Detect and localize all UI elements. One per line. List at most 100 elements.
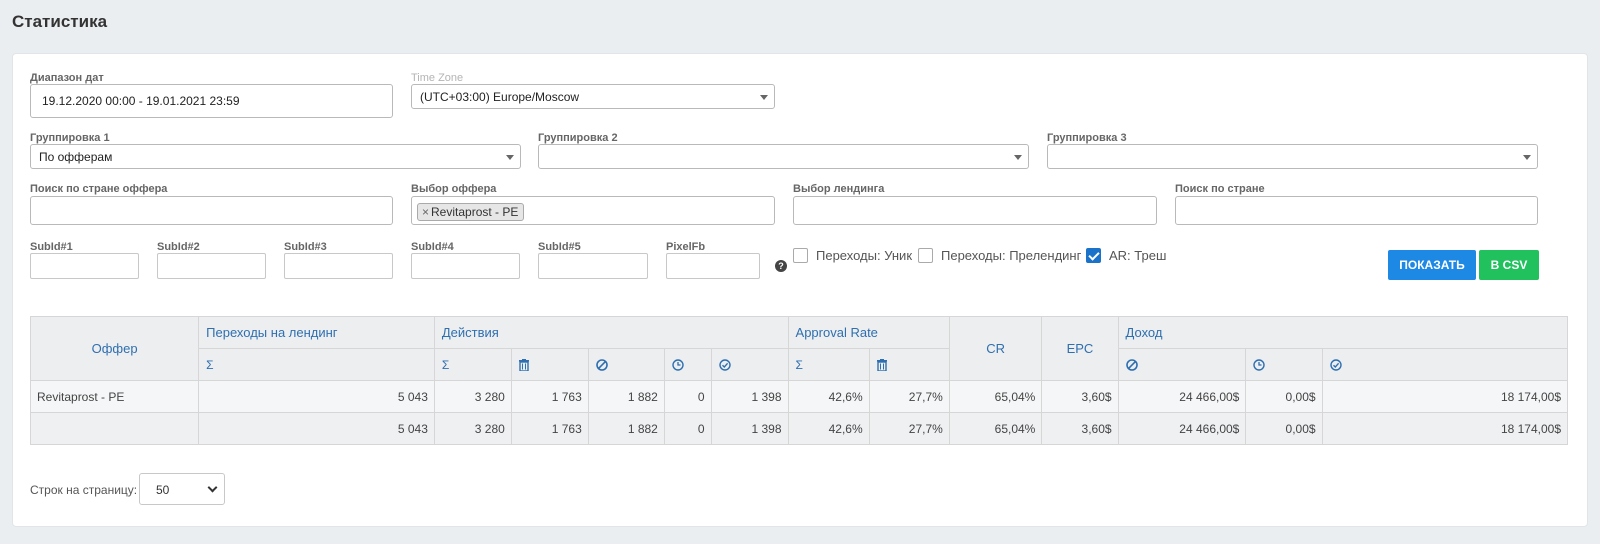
checkbox-prelanding-clicks[interactable]: Переходы: Прелендинг <box>918 248 1081 263</box>
col-offer[interactable]: Оффер <box>29 316 200 381</box>
checkbox-ar-trash-label: AR: Треш <box>1109 248 1167 263</box>
table-total-row: 5 043 3 280 1 763 1 882 0 1 398 42,6% 27… <box>29 412 1569 445</box>
date-range-input[interactable]: 19.12.2020 00:00 - 19.01.2021 23:59 <box>30 84 393 118</box>
country-search-label: Поиск по стране <box>1175 183 1265 195</box>
clock-icon <box>1253 358 1266 372</box>
landing-sum-header[interactable]: Σ <box>198 348 435 381</box>
table-cell: 5 043 <box>198 380 435 413</box>
table-cell: 1 882 <box>587 380 665 413</box>
checkbox-unique-clicks[interactable]: Переходы: Уник <box>793 248 912 263</box>
table-cell: 27,7% <box>868 412 950 445</box>
chevron-down-icon <box>760 94 768 100</box>
actions-sum-header[interactable]: Σ <box>433 348 512 381</box>
rows-per-page-select[interactable]: 50 <box>139 473 225 505</box>
income-rejected-header[interactable] <box>1117 348 1247 381</box>
offer-select[interactable]: × Revitaprost - PE <box>411 196 775 225</box>
chevron-down-icon <box>207 482 218 493</box>
timezone-label: Time Zone <box>411 72 464 84</box>
page-title: Статистика <box>12 12 108 31</box>
income-pending-header[interactable] <box>1245 348 1323 381</box>
table-cell: 3,60$ <box>1041 412 1119 445</box>
trash-icon <box>518 358 529 373</box>
table-cell: 1 763 <box>510 380 589 413</box>
sigma-icon: Σ <box>795 357 803 372</box>
table-cell: 1 398 <box>710 380 789 413</box>
table-cell: 3 280 <box>433 412 512 445</box>
country-search-input[interactable] <box>1175 196 1538 225</box>
filters-card <box>12 53 1588 527</box>
table-cell: 65,04% <box>948 412 1043 445</box>
date-range-value: 19.12.2020 00:00 - 19.01.2021 23:59 <box>42 94 240 108</box>
ar-sum-header[interactable]: Σ <box>787 348 870 381</box>
subid1-label: SubId#1 <box>30 241 73 253</box>
table-cell: 42,6% <box>787 412 870 445</box>
rows-per-page-label: Строк на страницу: <box>30 483 138 497</box>
col-actions[interactable]: Действия <box>433 316 789 349</box>
pixelfb-input[interactable] <box>666 253 760 279</box>
table-cell: 65,04% <box>948 380 1043 413</box>
timezone-select[interactable]: (UTC+03:00) Europe/Moscow <box>411 84 775 109</box>
sigma-icon: Σ <box>206 357 214 372</box>
subid5-label: SubId#5 <box>538 241 581 253</box>
offer-tag-label: Revitaprost - PE <box>431 205 519 219</box>
subid3-input[interactable] <box>284 253 393 279</box>
col-income[interactable]: Доход <box>1117 316 1569 349</box>
table-cell: 24 466,00$ <box>1117 380 1247 413</box>
table-cell: 24 466,00$ <box>1117 412 1247 445</box>
csv-button[interactable]: В CSV <box>1479 250 1539 280</box>
subid2-input[interactable] <box>157 253 266 279</box>
sigma-icon: Σ <box>441 357 450 372</box>
subid4-label: SubId#4 <box>411 241 454 253</box>
ar-trash-header[interactable] <box>868 348 950 381</box>
subid4-input[interactable] <box>411 253 520 279</box>
tag-remove-icon[interactable]: × <box>422 205 429 219</box>
offer-tag: × Revitaprost - PE <box>417 203 525 221</box>
group3-select[interactable] <box>1047 144 1538 169</box>
col-landing-clicks[interactable]: Переходы на лендинг <box>198 316 435 349</box>
check-circle-icon <box>1329 358 1342 372</box>
checkbox-box[interactable] <box>793 248 808 263</box>
help-icon[interactable]: ? <box>775 260 787 272</box>
group1-value: По офферам <box>39 149 113 164</box>
table-cell: 27,7% <box>868 380 950 413</box>
group2-label: Группировка 2 <box>538 132 618 144</box>
subid1-input[interactable] <box>30 253 139 279</box>
checkbox-checked[interactable] <box>1086 248 1101 263</box>
actions-trash-header[interactable] <box>510 348 589 381</box>
col-epc[interactable]: EPC <box>1041 316 1119 381</box>
checkbox-ar-trash[interactable]: AR: Треш <box>1086 248 1166 263</box>
checkbox-box[interactable] <box>918 248 933 263</box>
date-range-label: Диапазон дат <box>30 72 104 84</box>
landing-select-label: Выбор лендинга <box>793 183 885 195</box>
table-cell: 1 398 <box>710 412 789 445</box>
clock-icon <box>672 358 684 372</box>
table-cell: 5 043 <box>198 412 435 445</box>
actions-pending-header[interactable] <box>663 348 712 381</box>
table-cell: 1 763 <box>510 412 589 445</box>
table-cell: 3,60$ <box>1041 380 1119 413</box>
actions-approved-header[interactable] <box>710 348 789 381</box>
landing-select[interactable] <box>793 196 1157 225</box>
offer-country-input[interactable] <box>30 196 393 225</box>
chevron-down-icon <box>1014 154 1022 160</box>
ban-icon <box>595 358 608 372</box>
subid3-label: SubId#3 <box>284 241 327 253</box>
rows-per-page-value: 50 <box>156 483 170 497</box>
col-cr[interactable]: CR <box>948 316 1043 381</box>
actions-rejected-header[interactable] <box>587 348 665 381</box>
col-approval-rate[interactable]: Approval Rate <box>787 316 950 349</box>
ban-icon <box>1125 358 1138 372</box>
pixelfb-label: PixelFb <box>666 241 706 253</box>
subid5-input[interactable] <box>538 253 648 279</box>
offer-country-label: Поиск по стране оффера <box>30 183 168 195</box>
show-button[interactable]: ПОКАЗАТЬ <box>1388 250 1476 280</box>
table-cell: 18 174,00$ <box>1321 412 1569 445</box>
income-approved-header[interactable] <box>1321 348 1569 381</box>
group1-select[interactable]: По офферам <box>30 144 521 169</box>
table-cell: 1 882 <box>587 412 665 445</box>
group1-label: Группировка 1 <box>30 132 110 144</box>
table-cell: 0 <box>663 380 712 413</box>
table-cell: 3 280 <box>433 380 512 413</box>
table-cell: 18 174,00$ <box>1321 380 1569 413</box>
group2-select[interactable] <box>538 144 1029 169</box>
